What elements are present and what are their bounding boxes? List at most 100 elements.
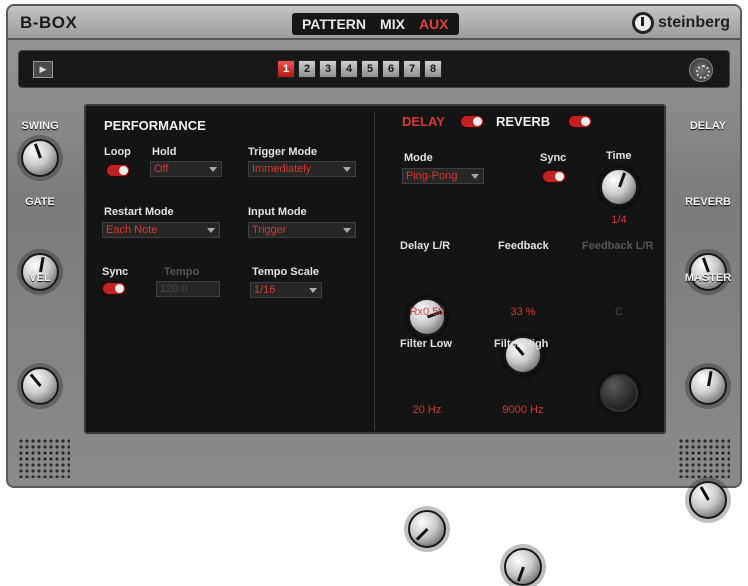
pattern-strip: ▶ 1 2 3 4 5 6 7 8	[18, 50, 730, 88]
time-knob[interactable]	[600, 168, 638, 206]
knob-indicator	[706, 370, 713, 387]
reverb-send-label: REVERB	[685, 196, 731, 208]
delay-send-label: DELAY	[689, 120, 727, 132]
logo-text: steinberg	[657, 14, 730, 31]
hold-label: Hold	[152, 146, 177, 158]
filter-low-label: Filter Low	[400, 338, 452, 350]
sync-toggle[interactable]	[102, 282, 126, 295]
tempo-scale-label: Tempo Scale	[252, 266, 320, 278]
pattern-pad-4[interactable]: 4	[340, 60, 358, 78]
reverb-tab[interactable]: REVERB	[496, 114, 550, 129]
chevron-down-icon	[309, 288, 317, 293]
speaker-grille-left	[18, 438, 70, 478]
performance-title: PERFORMANCE	[104, 118, 206, 133]
filter-high-label: Filter High	[494, 338, 549, 350]
delay-sync-toggle[interactable]	[542, 170, 566, 183]
tab-mix[interactable]: MIX	[380, 16, 405, 32]
mode-dropdown[interactable]: Ping-Pong	[402, 168, 484, 184]
speaker-grille-right	[678, 438, 730, 478]
knob-indicator	[33, 143, 42, 159]
swing-knob[interactable]	[21, 139, 59, 177]
pattern-pad-3[interactable]: 3	[319, 60, 337, 78]
input-mode-dropdown[interactable]: Trigger	[248, 222, 356, 238]
master-knob[interactable]	[689, 481, 727, 519]
hold-value: Off	[154, 163, 169, 175]
restart-mode-value: Each Note	[106, 224, 158, 236]
loop-label: Loop	[104, 146, 131, 158]
filter-high-knob[interactable]	[504, 548, 542, 586]
vel-label: VEL	[29, 272, 51, 284]
pattern-pad-5[interactable]: 5	[361, 60, 379, 78]
mode-label: Mode	[404, 152, 433, 164]
restart-mode-label: Restart Mode	[104, 206, 174, 218]
feedback-lr-knob	[600, 374, 638, 412]
filter-low-value: 20 Hz	[412, 404, 442, 416]
time-label: Time	[606, 150, 632, 162]
input-mode-label: Input Mode	[248, 206, 307, 218]
steinberg-logo-icon	[631, 12, 654, 34]
swing-label: SWING	[21, 120, 59, 132]
tempo-field: 120.0	[156, 281, 220, 297]
mode-value: Ping-Pong	[406, 170, 458, 182]
filter-high-value: 9000 Hz	[502, 404, 544, 416]
delay-lr-label: Delay L/R	[400, 240, 451, 252]
time-value: 1/4	[611, 214, 627, 226]
pattern-pad-2[interactable]: 2	[298, 60, 316, 78]
filter-low-knob[interactable]	[408, 510, 446, 548]
delay-lr-value: Rx0.50	[409, 306, 445, 318]
knob-indicator	[38, 256, 45, 273]
vel-knob[interactable]	[21, 367, 59, 405]
input-mode-value: Trigger	[252, 224, 287, 236]
delay-power-toggle[interactable]	[460, 115, 484, 128]
feedback-lr-label: Feedback L/R	[582, 240, 654, 252]
tab-aux[interactable]: AUX	[419, 16, 449, 32]
play-icon: ▶	[39, 64, 47, 74]
trigger-mode-label: Trigger Mode	[248, 146, 318, 158]
feedback-value: 33 %	[510, 306, 536, 318]
header-bar: B-BOX PATTERN MIX AUX steinberg	[8, 6, 740, 40]
pattern-pad-7[interactable]: 7	[403, 60, 421, 78]
feedback-lr-value: C	[615, 306, 623, 318]
steinberg-logo: steinberg	[631, 12, 730, 34]
tempo-label: Tempo	[164, 266, 200, 278]
loop-toggle[interactable]	[106, 164, 130, 177]
knob-indicator	[415, 527, 429, 541]
page-tabs: PATTERN MIX AUX	[292, 13, 459, 35]
sync-label: Sync	[102, 266, 129, 278]
chevron-down-icon	[471, 174, 479, 179]
section-divider	[374, 112, 375, 430]
gate-label: GATE	[25, 196, 55, 208]
tempo-scale-value: 1/16	[254, 284, 276, 296]
pattern-pad-8[interactable]: 8	[424, 60, 442, 78]
chevron-down-icon	[207, 228, 215, 233]
trigger-mode-value: Immediately	[252, 163, 312, 175]
knob-indicator	[29, 373, 42, 387]
pattern-pad-1[interactable]: 1	[277, 60, 295, 78]
app-title: B-BOX	[20, 13, 78, 32]
knob-indicator	[516, 566, 525, 582]
delay-tab[interactable]: DELAY	[402, 114, 445, 129]
pattern-pads: 1 2 3 4 5 6 7 8	[277, 60, 442, 78]
chevron-down-icon	[209, 167, 217, 172]
knob-indicator	[617, 172, 626, 188]
master-label: MASTER	[684, 272, 732, 284]
midi-port-icon[interactable]	[689, 58, 713, 82]
chevron-down-icon	[343, 167, 351, 172]
tempo-scale-dropdown[interactable]: 1/16	[250, 282, 322, 298]
pattern-pad-6[interactable]: 6	[382, 60, 400, 78]
knob-indicator	[701, 257, 710, 273]
plugin-window: B-BOX PATTERN MIX AUX steinberg ▶ 1 2 3 …	[6, 4, 742, 586]
chevron-down-icon	[343, 228, 351, 233]
feedback-label: Feedback	[498, 240, 549, 252]
tab-pattern[interactable]: PATTERN	[302, 16, 366, 32]
reverb-send-knob[interactable]	[689, 367, 727, 405]
hold-dropdown[interactable]: Off	[150, 161, 222, 177]
delay-sync-label: Sync	[540, 152, 567, 164]
reverb-power-toggle[interactable]	[568, 115, 592, 128]
main-panel: PERFORMANCE Loop Hold Off Trigger Mode I…	[84, 104, 666, 586]
knob-indicator	[699, 486, 710, 501]
restart-mode-dropdown[interactable]: Each Note	[102, 222, 220, 238]
trigger-mode-dropdown[interactable]: Immediately	[248, 161, 356, 177]
tempo-value: 120.0	[160, 283, 188, 295]
play-button[interactable]: ▶	[33, 61, 53, 78]
